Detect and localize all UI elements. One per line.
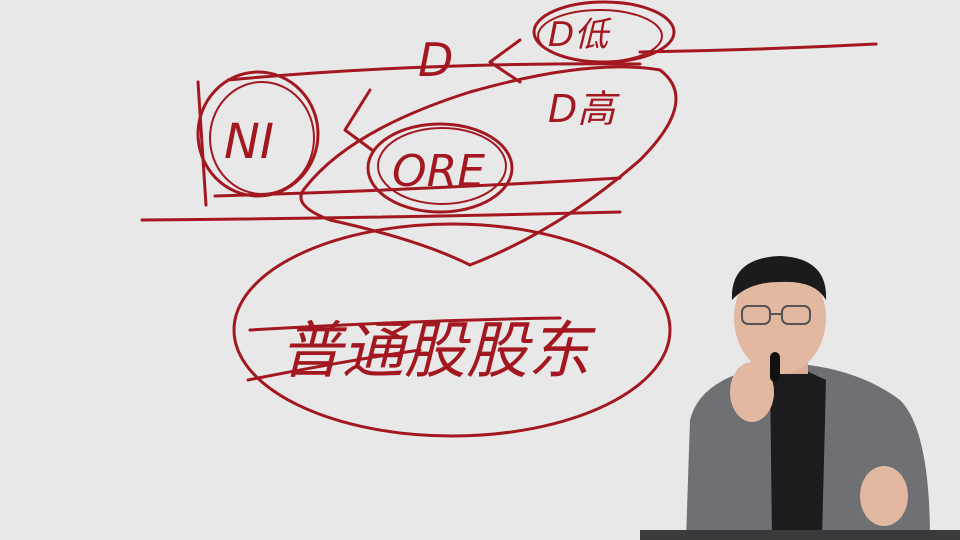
label-d-top: D	[418, 33, 453, 87]
whiteboard-drawing: NI D D低 D高 ORE 普通股股东	[140, 0, 960, 540]
presenter-shirt	[770, 368, 826, 540]
presenter-hand-right	[860, 466, 908, 526]
ink-less-than-1	[343, 88, 374, 152]
presenter-hand-mic	[730, 362, 774, 422]
label-d-low: D低	[548, 15, 612, 55]
ink-less-than-2	[488, 38, 522, 84]
ink-right-long-line	[638, 42, 878, 54]
label-d-high: D高	[548, 87, 620, 131]
microphone-icon	[770, 352, 780, 382]
podium	[640, 530, 960, 540]
video-frame: NI D D低 D高 ORE 普通股股东	[0, 0, 960, 540]
label-ore: ORE	[392, 146, 485, 197]
label-bottom-phrase: 普通股股东	[280, 314, 596, 387]
presenter	[686, 256, 930, 540]
ink-mid-line-2	[140, 210, 622, 222]
label-ni: NI	[224, 114, 274, 170]
